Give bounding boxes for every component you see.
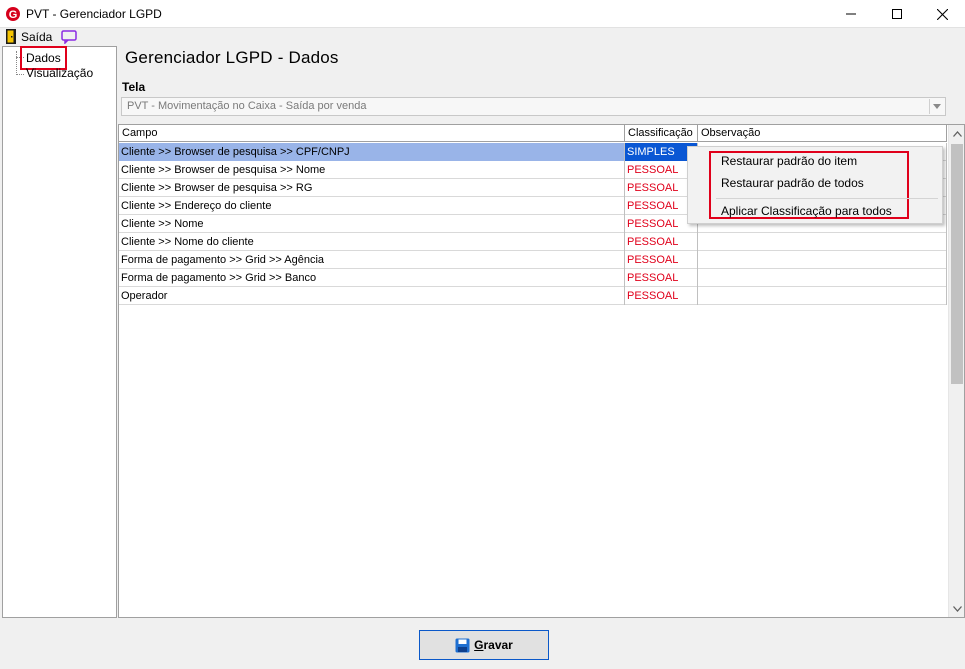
floppy-disk-icon <box>455 638 470 652</box>
chevron-down-icon <box>952 605 962 612</box>
chat-icon[interactable] <box>61 30 77 44</box>
close-button[interactable] <box>919 0 965 28</box>
tela-select-value: PVT - Movimentação no Caixa - Saída por … <box>127 100 367 112</box>
menu-saida[interactable]: Saída <box>21 30 52 44</box>
tela-label: Tela <box>122 80 146 94</box>
maximize-button[interactable] <box>874 0 920 28</box>
dropdown-arrow[interactable] <box>929 99 944 114</box>
minimize-icon <box>846 13 856 15</box>
cell-campo[interactable]: Operador <box>119 287 625 305</box>
page-title: Gerenciador LGPD - Dados <box>125 48 339 67</box>
menu-item-aplicar-classificacao[interactable]: Aplicar Classificação para todos <box>721 204 892 218</box>
table-row[interactable]: Operador PESSOAL <box>119 287 947 305</box>
cell-classificacao[interactable]: PESSOAL <box>625 251 698 269</box>
cell-classificacao[interactable]: PESSOAL <box>625 233 698 251</box>
cell-campo[interactable]: Cliente >> Nome <box>119 215 625 233</box>
cell-campo[interactable]: Cliente >> Browser de pesquisa >> Nome <box>119 161 625 179</box>
column-header-campo[interactable]: Campo <box>119 125 625 142</box>
maximize-icon <box>892 9 902 19</box>
menu-separator <box>716 198 938 199</box>
navigation-tree: Dados Visualização <box>2 46 117 618</box>
tree-connector <box>16 51 17 75</box>
chevron-up-icon <box>952 130 962 137</box>
context-menu: Restaurar padrão do item Restaurar padrã… <box>687 146 943 224</box>
table-row[interactable]: Cliente >> Nome do cliente PESSOAL <box>119 233 947 251</box>
table-row[interactable]: Forma de pagamento >> Grid >> Agência PE… <box>119 251 947 269</box>
tree-item-visualizacao[interactable]: Visualização <box>26 66 93 80</box>
cell-classificacao[interactable]: PESSOAL <box>625 287 698 305</box>
cell-campo[interactable]: Cliente >> Browser de pesquisa >> RG <box>119 179 625 197</box>
tela-select[interactable]: PVT - Movimentação no Caixa - Saída por … <box>121 97 946 116</box>
cell-observacao[interactable] <box>698 233 947 251</box>
save-button-label: Gravar <box>474 638 513 652</box>
window-title: PVT - Gerenciador LGPD <box>26 7 162 21</box>
cell-campo[interactable]: Forma de pagamento >> Grid >> Agência <box>119 251 625 269</box>
minimize-button[interactable] <box>828 0 874 28</box>
cell-campo[interactable]: Cliente >> Nome do cliente <box>119 233 625 251</box>
menu-item-restaurar-item[interactable]: Restaurar padrão do item <box>721 154 857 168</box>
save-button[interactable]: Gravar <box>419 630 549 660</box>
column-header-classificacao[interactable]: Classificação <box>625 125 698 142</box>
cell-observacao[interactable] <box>698 269 947 287</box>
column-header-observacao[interactable]: Observação <box>698 125 947 142</box>
scrollbar-thumb[interactable] <box>951 144 963 384</box>
vertical-scrollbar[interactable] <box>948 125 964 617</box>
cell-campo[interactable]: Cliente >> Endereço do cliente <box>119 197 625 215</box>
tree-connector <box>16 74 24 75</box>
menu-item-restaurar-todos[interactable]: Restaurar padrão de todos <box>721 176 864 190</box>
table-row[interactable]: Forma de pagamento >> Grid >> Banco PESS… <box>119 269 947 287</box>
door-exit-icon[interactable] <box>6 29 16 44</box>
cell-observacao[interactable] <box>698 287 947 305</box>
svg-text:G: G <box>9 9 18 21</box>
menu-bar: Saída <box>0 28 965 46</box>
cell-classificacao[interactable]: PESSOAL <box>625 269 698 287</box>
close-icon <box>936 8 948 20</box>
scroll-up-button[interactable] <box>949 125 965 142</box>
cell-campo[interactable]: Forma de pagamento >> Grid >> Banco <box>119 269 625 287</box>
cell-observacao[interactable] <box>698 251 947 269</box>
app-logo-icon: G <box>6 7 20 21</box>
grid-header: Campo Classificação Observação <box>119 125 947 142</box>
chevron-down-icon <box>933 104 941 109</box>
scroll-down-button[interactable] <box>949 600 965 617</box>
cell-campo[interactable]: Cliente >> Browser de pesquisa >> CPF/CN… <box>119 143 625 161</box>
title-bar: G PVT - Gerenciador LGPD <box>0 0 965 28</box>
